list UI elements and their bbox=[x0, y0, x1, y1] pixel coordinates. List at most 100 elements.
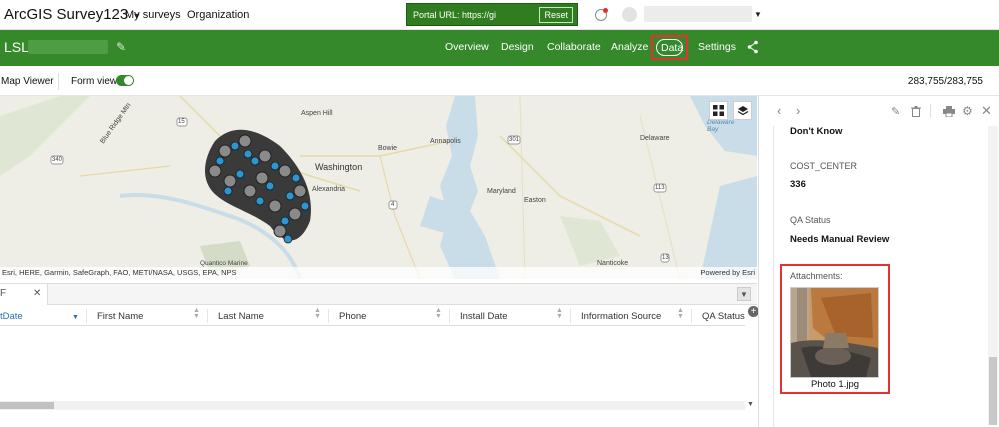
map-label-easton: Easton bbox=[524, 197, 546, 204]
attachment-thumbnail[interactable] bbox=[790, 287, 879, 378]
tab-settings[interactable]: Settings bbox=[698, 41, 736, 53]
table-tab[interactable]: F ✕ bbox=[0, 284, 48, 305]
route-shield-13: 13 bbox=[662, 255, 669, 261]
edit-record-pencil-icon[interactable]: ✎ bbox=[891, 105, 900, 118]
column-header-qa-status[interactable]: QA Status bbox=[702, 311, 745, 322]
column-divider bbox=[328, 309, 329, 323]
portal-url-label: Portal URL: https://gi bbox=[413, 10, 497, 20]
map-label-annapolis: Annapolis bbox=[430, 138, 461, 145]
column-header-phone[interactable]: Phone bbox=[339, 311, 366, 322]
map-label-maryland: Maryland bbox=[487, 188, 516, 195]
app-title[interactable]: ArcGIS Survey123 ▼ bbox=[4, 6, 141, 23]
map-attribution: Esri, HERE, Garmin, SafeGraph, FAO, METI… bbox=[0, 267, 757, 279]
scrollbar-thumb[interactable] bbox=[989, 357, 997, 425]
tab-design[interactable]: Design bbox=[501, 41, 534, 53]
survey-nav-bar: LSLI ✎ Overview Design Collaborate Analy… bbox=[0, 30, 999, 66]
form-view-label: Form view bbox=[71, 76, 118, 87]
column-header-information-source[interactable]: Information Source bbox=[581, 311, 661, 322]
delete-trash-icon[interactable] bbox=[911, 106, 921, 117]
gear-icon[interactable]: ⚙ bbox=[962, 104, 973, 118]
sort-icon[interactable]: ▲ ▼ bbox=[193, 307, 200, 320]
attachment-filename[interactable]: Photo 1.jpg bbox=[782, 379, 888, 390]
map-label-quantico: Quantico Marine bbox=[200, 260, 248, 267]
field-label-qa-status: QA Status bbox=[790, 215, 831, 225]
form-view-toggle[interactable] bbox=[116, 75, 134, 86]
map-label-washington: Washington bbox=[315, 162, 363, 172]
app-title-text: ArcGIS Survey123 bbox=[4, 6, 129, 23]
table-horizontal-scrollbar[interactable] bbox=[0, 401, 745, 410]
table-tab-strip: F ✕ ▼ bbox=[0, 284, 757, 305]
top-header: ArcGIS Survey123 ▼ My surveys Organizati… bbox=[0, 0, 999, 30]
record-panel-scrollbar[interactable] bbox=[988, 126, 998, 425]
portal-url-banner: Portal URL: https://gi Reset bbox=[406, 3, 578, 26]
tab-data-highlight[interactable]: Data bbox=[651, 35, 688, 60]
route-shield-301: 301 bbox=[509, 137, 520, 143]
sort-icon[interactable]: ▲ ▼ bbox=[556, 307, 563, 320]
layers-button[interactable] bbox=[733, 101, 752, 120]
sort-icon[interactable]: ▲ ▼ bbox=[677, 307, 684, 320]
share-icon[interactable] bbox=[747, 40, 759, 54]
next-record-icon[interactable]: › bbox=[796, 103, 800, 118]
attachments-section: Attachments: Photo 1.jpg bbox=[780, 264, 890, 394]
column-header-install-date[interactable]: Install Date bbox=[460, 311, 508, 322]
field-value-dont-know: Don't Know bbox=[790, 126, 843, 137]
column-divider bbox=[86, 309, 87, 323]
field-value-cost-center: 336 bbox=[790, 179, 806, 190]
map-viewer-button[interactable]: Map Viewer bbox=[1, 76, 54, 87]
column-header-first-name[interactable]: First Name bbox=[97, 311, 143, 322]
map-label-aspen-hill: Aspen Hill bbox=[301, 110, 333, 117]
field-label-cost-center: COST_CENTER bbox=[790, 161, 858, 171]
map-label-nanticoke: Nanticoke bbox=[597, 260, 629, 267]
sort-icon[interactable]: ▲ ▼ bbox=[435, 307, 442, 320]
field-value-qa-status: Needs Manual Review bbox=[790, 234, 890, 245]
avatar[interactable] bbox=[622, 7, 637, 22]
tab-data[interactable]: Data bbox=[661, 42, 683, 54]
table-options-dropdown-icon[interactable]: ▼ bbox=[737, 287, 751, 301]
close-tab-icon[interactable]: ✕ bbox=[33, 288, 41, 299]
column-divider bbox=[691, 309, 692, 323]
tab-overview[interactable]: Overview bbox=[445, 41, 489, 53]
map-label-delaware-bay: Delaware Bay bbox=[707, 119, 735, 133]
notification-badge bbox=[603, 8, 608, 13]
user-name-redacted[interactable] bbox=[644, 6, 752, 22]
previous-record-icon[interactable]: ‹ bbox=[777, 103, 781, 118]
attachment-photo-image bbox=[791, 288, 878, 377]
table-vertical-scrollbar[interactable]: ▼ bbox=[745, 326, 757, 412]
survey-title-redacted bbox=[28, 40, 108, 54]
column-divider bbox=[570, 309, 571, 323]
powered-by-esri[interactable]: Powered by Esri bbox=[700, 268, 755, 277]
scroll-down-icon[interactable]: ▼ bbox=[747, 401, 754, 408]
portal-reset-button[interactable]: Reset bbox=[539, 7, 573, 23]
map-view[interactable]: 15 340 301 4 113 13 Aspen Hill Washingto… bbox=[0, 96, 757, 279]
user-menu-caret-icon[interactable]: ▼ bbox=[754, 10, 762, 19]
map-label-alexandria: Alexandria bbox=[312, 186, 346, 193]
route-shield-15: 15 bbox=[178, 119, 185, 125]
edit-title-pencil-icon[interactable]: ✎ bbox=[116, 40, 126, 54]
map-label-bowie: Bowie bbox=[378, 145, 398, 152]
route-shield-4: 4 bbox=[391, 202, 395, 208]
table-tab-label: F bbox=[0, 288, 7, 299]
grid-icon bbox=[713, 105, 724, 116]
close-icon[interactable]: ✕ bbox=[981, 103, 992, 119]
attribute-table: F ✕ ▼ tDate ▼ First Name ▲ ▼ Last Name ▲ ▼… bbox=[0, 283, 759, 427]
map-label-delaware: Delaware bbox=[640, 135, 670, 142]
attribution-text: Esri, HERE, Garmin, SafeGraph, FAO, METI… bbox=[2, 268, 237, 277]
tab-analyze[interactable]: Analyze bbox=[611, 41, 648, 53]
nav-my-surveys[interactable]: My surveys bbox=[125, 9, 181, 21]
header-divider bbox=[930, 104, 931, 118]
record-count: 283,755/283,755 bbox=[907, 76, 983, 87]
print-icon[interactable] bbox=[943, 106, 955, 117]
toggle-knob bbox=[124, 76, 133, 85]
nav-organization[interactable]: Organization bbox=[187, 9, 249, 21]
basemap-gallery-button[interactable] bbox=[709, 101, 728, 120]
data-toolbar: Map Viewer Form view 283,755/283,755 bbox=[0, 66, 999, 96]
scrollbar-thumb[interactable] bbox=[0, 402, 54, 409]
tab-collaborate[interactable]: Collaborate bbox=[547, 41, 601, 53]
route-shield-113: 113 bbox=[655, 185, 665, 191]
column-header-date[interactable]: tDate bbox=[0, 311, 23, 322]
sort-desc-icon[interactable]: ▼ bbox=[72, 314, 79, 321]
sort-icon[interactable]: ▲ ▼ bbox=[314, 307, 321, 320]
column-divider bbox=[449, 309, 450, 323]
column-header-last-name[interactable]: Last Name bbox=[218, 311, 264, 322]
record-panel-header: ‹ › ✎ ⚙ ✕ bbox=[759, 96, 999, 126]
